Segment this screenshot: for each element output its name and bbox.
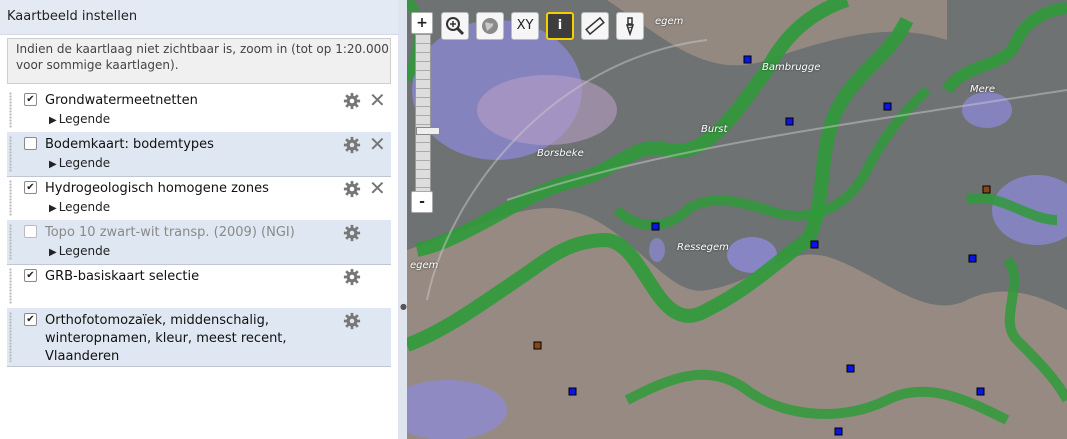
drag-handle[interactable]	[9, 312, 12, 362]
gear-icon[interactable]	[343, 180, 361, 198]
layer-checkbox[interactable]: ✔	[24, 269, 37, 282]
magnifier-icon	[446, 17, 465, 36]
close-icon[interactable]: ✕	[369, 178, 386, 198]
layer-name: GRB-basiskaart selectie	[45, 269, 200, 284]
legend-toggle[interactable]: ▶ Legende	[49, 156, 110, 170]
layer-name: Topo 10 zwart-wit transp. (2009) (NGI)	[45, 225, 295, 240]
legend-label: Legende	[58, 112, 111, 126]
info-tool[interactable]: i	[546, 12, 574, 40]
legend-label: Legende	[58, 156, 111, 170]
layer-row-hydrogeologisch[interactable]: ✔ Hydrogeologisch homogene zones ▶ Legend…	[7, 176, 391, 221]
layer-row-orthofoto[interactable]: ✔ Orthofotomozaïek, middenschalig, winte…	[7, 308, 391, 367]
layer-checkbox[interactable]: ✔	[24, 181, 37, 194]
layer-row-bodemkaart[interactable]: Bodemkaart: bodemtypes ▶ Legende ✕	[7, 132, 391, 177]
drag-handle[interactable]	[9, 92, 12, 128]
drag-handle[interactable]	[9, 268, 12, 304]
ruler-icon	[585, 16, 605, 36]
layer-checkbox[interactable]: ✔	[24, 93, 37, 106]
triangle-right-icon: ▶	[49, 247, 57, 258]
drag-handle[interactable]	[9, 136, 12, 172]
layer-name: Grondwatermeetnetten	[45, 93, 198, 108]
zoom-slider-track[interactable]	[415, 34, 440, 192]
layer-row-grb[interactable]: ✔ GRB-basiskaart selectie	[7, 264, 391, 309]
gear-icon[interactable]	[343, 136, 361, 154]
xy-tool[interactable]: XY	[511, 12, 539, 40]
gear-icon[interactable]	[343, 92, 361, 110]
map-viewport[interactable]: Bambrugge Burst Borsbeke Ressegem Mere e…	[407, 0, 1067, 439]
legend-label: Legende	[58, 200, 111, 214]
layer-row-topo10[interactable]: Topo 10 zwart-wit transp. (2009) (NGI) ▶…	[7, 220, 391, 265]
gear-icon[interactable]	[343, 224, 361, 242]
drag-handle[interactable]	[9, 180, 12, 216]
layer-panel: Kaartbeeld instellen Indien de kaartlaag…	[0, 0, 398, 439]
layer-row-grondwatermeetnetten[interactable]: ✔ Grondwatermeetnetten ▶ Legende ✕	[7, 88, 391, 133]
drill-icon	[625, 17, 635, 37]
layer-checkbox[interactable]	[24, 137, 37, 150]
layer-name: Hydrogeologisch homogene zones	[45, 181, 269, 196]
zoom-slider-thumb[interactable]	[416, 127, 440, 135]
globe-icon	[482, 18, 498, 34]
close-icon[interactable]: ✕	[369, 90, 386, 110]
drill-tool[interactable]	[616, 12, 644, 40]
map-label: Borsbeke	[537, 148, 584, 159]
layer-checkbox[interactable]: ✔	[24, 313, 37, 326]
map-label: Ressegem	[677, 242, 729, 253]
zoom-in-button[interactable]: +	[411, 12, 433, 34]
map-label: Burst	[701, 124, 728, 135]
zoom-bar: + -	[411, 12, 440, 213]
legend-toggle[interactable]: ▶ Legende	[49, 244, 110, 258]
layer-name: Bodemkaart: bodemtypes	[45, 137, 214, 152]
map-canvas	[407, 0, 1067, 439]
legend-label: Legende	[58, 244, 111, 258]
drag-handle[interactable]	[9, 224, 12, 260]
layer-checkbox[interactable]	[24, 225, 37, 238]
legend-toggle[interactable]: ▶ Legende	[49, 200, 110, 214]
panel-title: Kaartbeeld instellen	[7, 9, 138, 24]
triangle-right-icon: ▶	[49, 159, 57, 170]
zoom-out-button[interactable]: -	[411, 191, 433, 213]
measure-tool[interactable]	[581, 12, 609, 40]
triangle-right-icon: ▶	[49, 203, 57, 214]
layer-name: Orthofotomozaïek, middenschalig, wintero…	[45, 313, 287, 364]
map-label: egem	[410, 260, 439, 271]
zoom-box-tool[interactable]	[441, 12, 469, 40]
panel-splitter[interactable]	[398, 0, 407, 439]
map-label: Bambrugge	[762, 62, 821, 73]
close-icon[interactable]: ✕	[369, 134, 386, 154]
legend-toggle[interactable]: ▶ Legende	[49, 112, 110, 126]
full-extent-tool[interactable]	[476, 12, 504, 40]
zoom-notice: Indien de kaartlaag niet zichtbaar is, z…	[7, 38, 391, 84]
map-label: egem	[655, 16, 684, 27]
triangle-right-icon: ▶	[49, 115, 57, 126]
gear-icon[interactable]	[343, 268, 361, 286]
map-label: Mere	[970, 84, 996, 95]
splitter-grip-icon: ●	[400, 302, 407, 311]
gear-icon[interactable]	[343, 312, 361, 330]
